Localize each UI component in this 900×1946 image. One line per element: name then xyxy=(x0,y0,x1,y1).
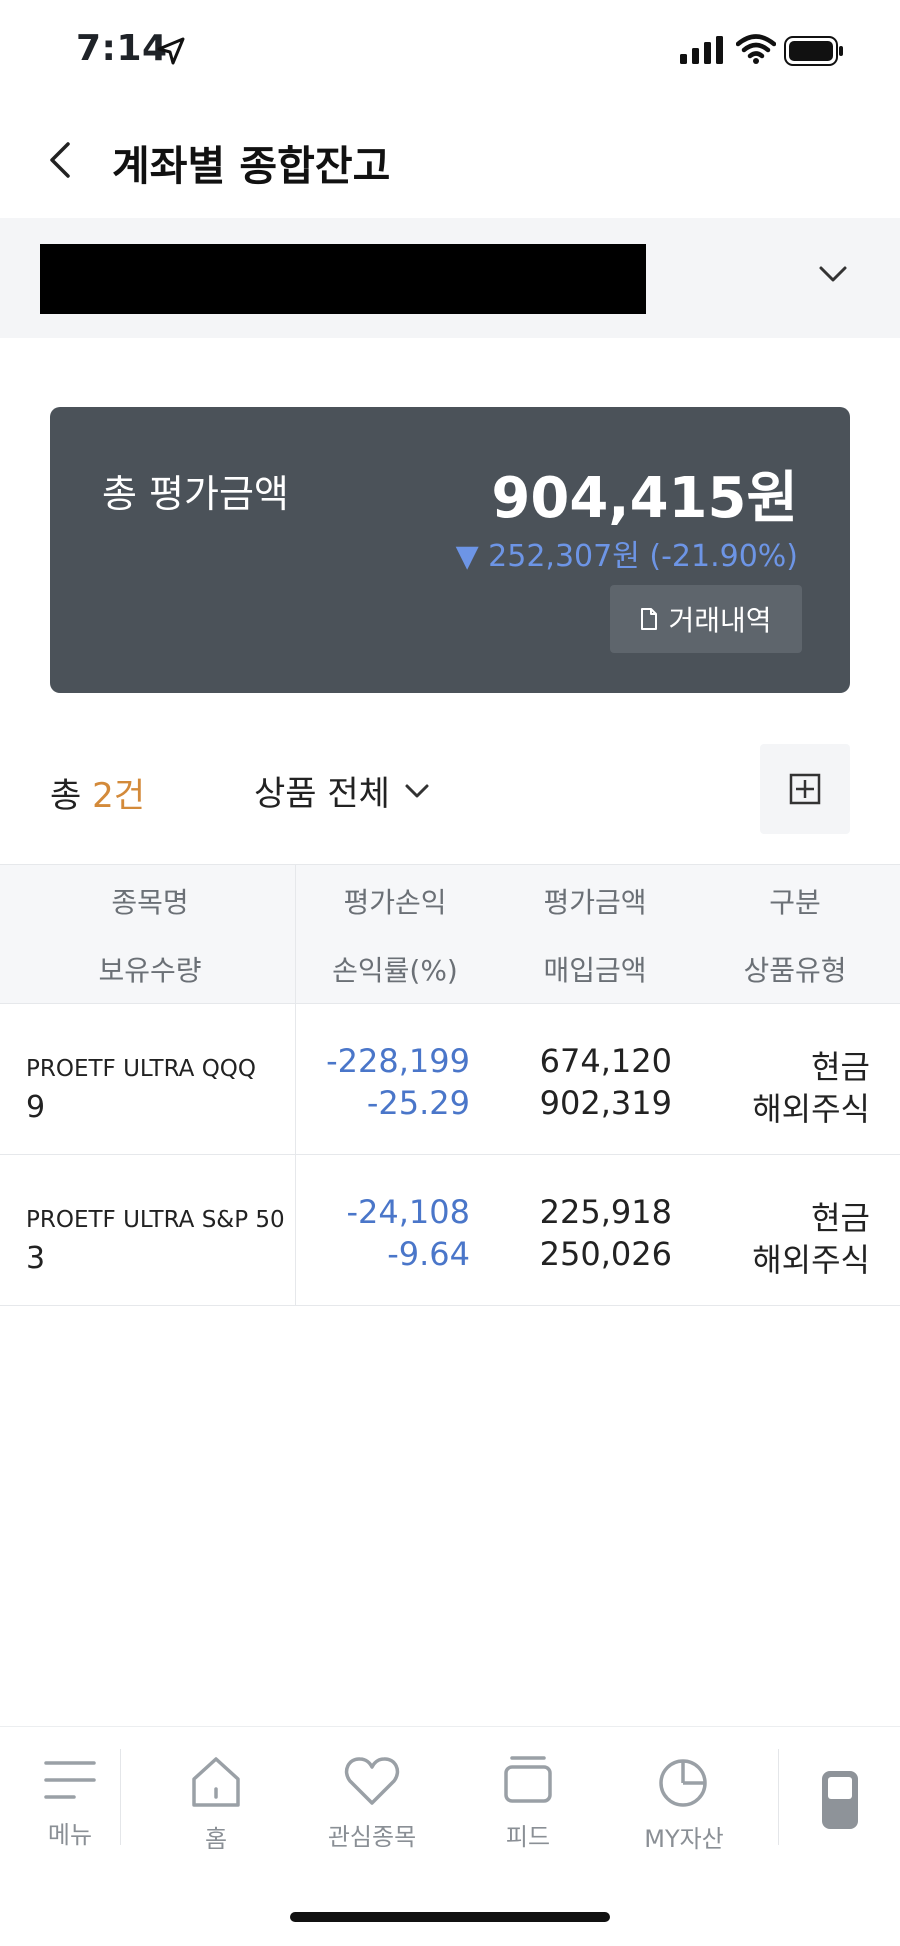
header-product-type: 상품유형 xyxy=(743,954,847,987)
total-summary-card: 총 평가금액 904,415원 ▼ 252,307원 (-21.90%) 거래내… xyxy=(50,407,850,693)
header-eval-amount: 평가금액 xyxy=(543,886,647,919)
column-divider xyxy=(295,1004,296,1154)
profit-loss: -24,108 xyxy=(346,1193,470,1231)
redacted-account-number xyxy=(40,244,646,314)
header-stock-name: 종목명 xyxy=(111,886,189,919)
nav-label-my-assets: MY자산 xyxy=(644,1825,724,1853)
count-prefix: 총 xyxy=(50,776,93,816)
location-arrow-icon xyxy=(157,37,185,65)
header-purchase-amount: 매입금액 xyxy=(543,954,647,987)
nav-item-feed[interactable]: 피드 xyxy=(458,1727,598,1877)
battery-icon xyxy=(784,36,843,66)
total-change: ▼ 252,307원 (-21.90%) xyxy=(455,539,798,574)
header-return-rate: 손익률(%) xyxy=(332,954,458,987)
quantity: 3 xyxy=(26,1241,46,1276)
mobile-device-button[interactable] xyxy=(770,1727,900,1877)
total-eval-value: 904,415원 xyxy=(491,466,798,531)
category: 현금 xyxy=(811,1048,870,1086)
return-rate: -9.64 xyxy=(387,1235,470,1273)
quantity: 9 xyxy=(26,1090,46,1125)
filter-row: 총 2건 상품 전체 xyxy=(0,740,900,840)
status-bar: 7:14 xyxy=(0,0,900,100)
nav-label-home: 홈 xyxy=(204,1825,228,1853)
back-arrow-icon[interactable] xyxy=(44,138,76,182)
header-profit-loss: 평가손익 xyxy=(343,886,447,919)
menu-icon xyxy=(44,1761,96,1799)
nav-item-my-assets[interactable]: MY자산 xyxy=(614,1727,754,1877)
nav-item-menu[interactable]: 메뉴 xyxy=(0,1727,140,1877)
home-icon xyxy=(192,1757,240,1807)
nav-label-menu: 메뉴 xyxy=(47,1821,93,1849)
count-value: 2건 xyxy=(92,776,146,816)
return-rate: -25.29 xyxy=(366,1084,470,1122)
plus-square-icon xyxy=(789,773,821,805)
wifi-icon xyxy=(736,34,776,64)
eval-amount: 674,120 xyxy=(539,1042,672,1080)
bottom-navigation: 메뉴 홈 관심종목 피드 MY자산 xyxy=(0,1726,900,1877)
column-divider xyxy=(295,1155,296,1305)
total-eval-label: 총 평가금액 xyxy=(102,472,289,516)
chevron-down-icon[interactable] xyxy=(818,264,848,284)
status-time: 7:14 xyxy=(76,28,168,69)
transaction-history-button[interactable]: 거래내역 xyxy=(610,585,802,653)
category: 현금 xyxy=(811,1199,870,1237)
document-icon xyxy=(641,608,658,630)
product-filter-dropdown[interactable]: 상품 전체 xyxy=(254,766,430,815)
table-row[interactable]: PROETF ULTRA QQQ 9 -228,199 -25.29 674,1… xyxy=(0,1004,900,1155)
nav-divider xyxy=(120,1749,121,1845)
nav-label-watchlist: 관심종목 xyxy=(327,1823,417,1851)
header-quantity: 보유수량 xyxy=(98,954,202,987)
stock-name: PROETF ULTRA S&P 50 xyxy=(26,1207,285,1233)
account-selector[interactable] xyxy=(0,218,900,338)
profit-loss: -228,199 xyxy=(326,1042,470,1080)
header-category: 구분 xyxy=(769,886,821,919)
eval-amount: 225,918 xyxy=(539,1193,672,1231)
column-divider xyxy=(295,865,296,1003)
nav-item-home[interactable]: 홈 xyxy=(146,1727,286,1877)
table-header: 종목명 평가손익 평가금액 구분 보유수량 손익률(%) 매입금액 상품유형 xyxy=(0,864,900,1004)
purchase-amount: 250,026 xyxy=(539,1235,672,1273)
heart-icon xyxy=(344,1757,400,1805)
stock-name: PROETF ULTRA QQQ xyxy=(26,1056,257,1082)
product-type: 해외주식 xyxy=(752,1090,870,1128)
expand-view-button[interactable] xyxy=(760,744,850,834)
table-row[interactable]: PROETF ULTRA S&P 50 3 -24,108 -9.64 225,… xyxy=(0,1155,900,1306)
nav-item-watchlist[interactable]: 관심종목 xyxy=(302,1727,442,1877)
purchase-amount: 902,319 xyxy=(539,1084,672,1122)
nav-label-feed: 피드 xyxy=(505,1823,551,1851)
pie-chart-icon xyxy=(659,1759,707,1807)
top-header: 계좌별 종합잔고 xyxy=(0,100,900,216)
holding-count: 총 2건 xyxy=(50,768,145,817)
product-type: 해외주식 xyxy=(752,1241,870,1279)
product-filter-label: 상품 전체 xyxy=(254,774,390,814)
transaction-history-label: 거래내역 xyxy=(668,604,772,637)
holdings-table: 종목명 평가손익 평가금액 구분 보유수량 손익률(%) 매입금액 상품유형 P… xyxy=(0,864,900,1306)
chevron-down-icon xyxy=(405,784,429,797)
cellular-signal-icon xyxy=(680,36,723,64)
phone-icon xyxy=(822,1771,858,1829)
feed-icon xyxy=(504,1756,552,1803)
page-title: 계좌별 종합잔고 xyxy=(112,142,391,190)
home-indicator xyxy=(290,1912,610,1922)
